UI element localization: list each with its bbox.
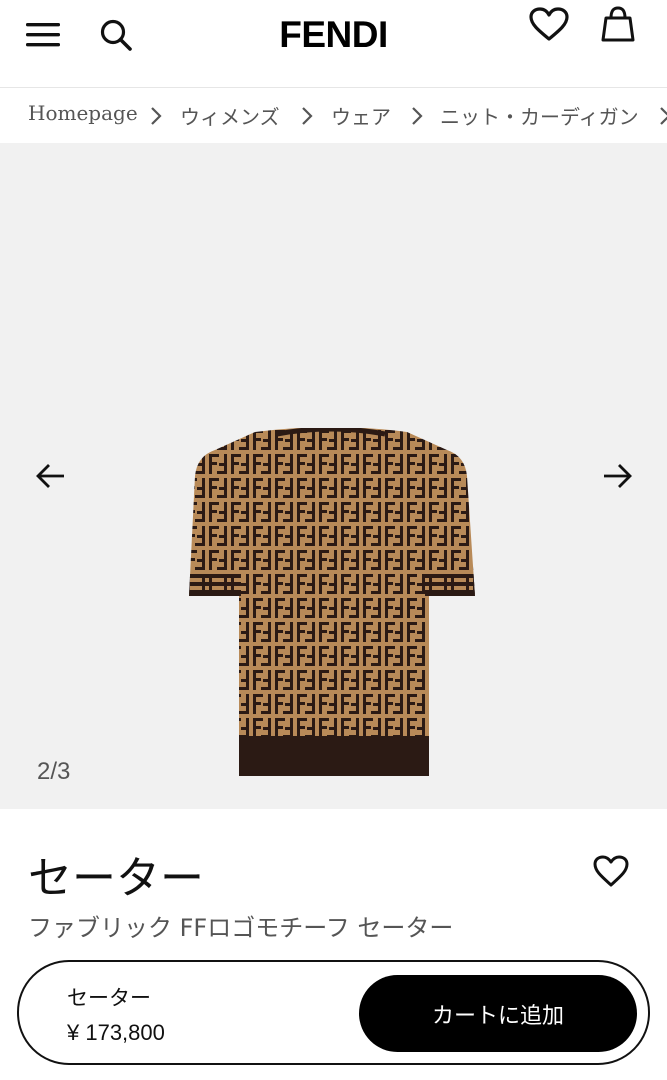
breadcrumb-item-womens[interactable]: ウィメンズ (180, 101, 280, 130)
sticky-product-price: ¥ 173,800 (67, 1020, 165, 1045)
breadcrumb-item-homepage[interactable]: Homepage (28, 101, 138, 125)
product-gallery[interactable]: 2/3 (0, 143, 667, 809)
header: FENDI (0, 0, 667, 88)
product-subtitle: ファブリック FFロゴモチーフ セーター (28, 914, 454, 942)
chevron-right-icon (151, 107, 162, 125)
arrow-left-icon[interactable] (34, 461, 68, 491)
breadcrumb-item-wear[interactable]: ウェア (331, 101, 391, 130)
shopping-bag-icon[interactable] (598, 4, 638, 44)
heart-icon[interactable] (592, 854, 630, 888)
arrow-right-icon[interactable] (600, 461, 634, 491)
heart-icon[interactable] (528, 6, 570, 42)
product-image[interactable] (185, 428, 477, 780)
product-title: セーター (28, 853, 204, 904)
sticky-cart-bar: セーター ¥ 173,800 カートに追加 (17, 960, 650, 1065)
chevron-right-icon (660, 107, 667, 125)
chevron-right-icon (412, 107, 423, 125)
chevron-right-icon (302, 107, 313, 125)
breadcrumb-item-knitwear[interactable]: ニット・カーディガン (440, 101, 639, 130)
sticky-product-name: セーター (67, 986, 151, 1010)
add-to-cart-button[interactable]: カートに追加 (359, 975, 637, 1052)
image-counter: 2/3 (37, 758, 71, 785)
breadcrumb: Homepage ウィメンズ ウェア ニット・カーディガン (0, 89, 667, 143)
